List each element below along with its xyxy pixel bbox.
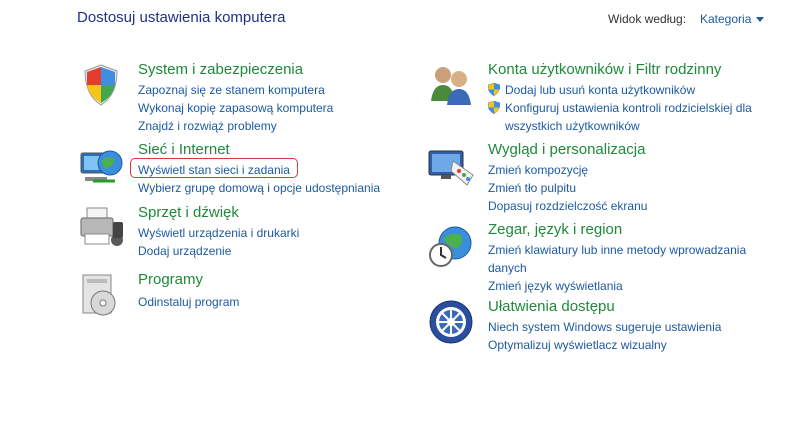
link-network-status[interactable]: Wyświetl stan sieci i zadania [138, 161, 380, 179]
link-change-keyboards[interactable]: Zmień klawiatury lub inne metody wprowad… [488, 241, 748, 277]
view-by-label: Widok według: [608, 12, 687, 26]
users-icon [431, 67, 471, 105]
category-title[interactable]: Zegar, język i region [488, 221, 622, 238]
chevron-down-icon[interactable] [756, 16, 765, 22]
link-display-language[interactable]: Zmień język wyświetlania [488, 277, 748, 295]
link-homegroup[interactable]: Wybierz grupę domową i opcje udostępnian… [138, 179, 380, 197]
clock-globe-icon [429, 226, 472, 267]
link-screen-resolution[interactable]: Dopasuj rozdzielczość ekranu [488, 197, 647, 215]
view-by-value[interactable]: Kategoria [700, 12, 751, 26]
link-change-background[interactable]: Zmień tło pulpitu [488, 179, 647, 197]
category-ease-of-access: Ułatwienia dostępu Niech system Windows … [427, 298, 767, 358]
link-check-status[interactable]: Zapoznaj się ze stanem komputera [138, 81, 333, 99]
network-globe-icon [80, 150, 123, 183]
category-appearance: Wygląd i personalizacja Zmień kompozycję… [427, 141, 767, 213]
link-devices-printers[interactable]: Wyświetl urządzenia i drukarki [138, 224, 299, 242]
category-title[interactable]: Sieć i Internet [138, 141, 230, 158]
link-uninstall[interactable]: Odinstaluj program [138, 293, 239, 311]
link-optimize-display[interactable]: Optymalizuj wyświetlacz wizualny [488, 336, 721, 354]
category-title[interactable]: System i zabezpieczenia [138, 61, 303, 78]
accessibility-icon [429, 300, 473, 344]
printer-icon [80, 207, 123, 246]
link-troubleshoot[interactable]: Znajdź i rozwiąż problemy [138, 117, 333, 135]
programs-icon [82, 274, 116, 316]
category-user-accounts: Konta użytkowników i Filtr rodzinny Doda… [427, 61, 767, 133]
category-title[interactable]: Wygląd i personalizacja [488, 141, 645, 158]
uac-shield-icon [488, 101, 500, 114]
link-backup[interactable]: Wykonaj kopię zapasową komputera [138, 99, 333, 117]
link-suggest-settings[interactable]: Niech system Windows sugeruje ustawienia [488, 318, 721, 336]
category-clock-language: Zegar, język i region Zmień klawiatury l… [427, 221, 767, 293]
display-palette-icon [428, 150, 474, 186]
link-parental-controls[interactable]: Konfiguruj ustawienia kontroli rodziciel… [488, 99, 765, 135]
category-network-internet: Sieć i Internet Wyświetl stan sieci i za… [77, 141, 397, 201]
category-title[interactable]: Programy [138, 271, 203, 288]
page-title: Dostosuj ustawienia komputera [77, 9, 286, 26]
link-add-device[interactable]: Dodaj urządzenie [138, 242, 299, 260]
category-title[interactable]: Konta użytkowników i Filtr rodzinny [488, 61, 721, 78]
view-by-dropdown[interactable]: Kategoria [700, 12, 765, 26]
category-system-security: System i zabezpieczenia Zapoznaj się ze … [77, 61, 377, 133]
uac-shield-icon [488, 83, 500, 96]
link-add-remove-accounts[interactable]: Dodaj lub usuń konta użytkowników [488, 81, 765, 99]
link-label[interactable]: Konfiguruj ustawienia kontroli rodziciel… [505, 101, 752, 133]
category-programs: Programy Odinstaluj program [77, 271, 377, 321]
link-change-theme[interactable]: Zmień kompozycję [488, 161, 647, 179]
category-hardware-sound: Sprzęt i dźwięk Wyświetl urządzenia i dr… [77, 204, 377, 264]
shield-icon [84, 64, 118, 106]
category-title[interactable]: Ułatwienia dostępu [488, 298, 615, 315]
link-label[interactable]: Dodaj lub usuń konta użytkowników [505, 83, 695, 97]
category-title[interactable]: Sprzęt i dźwięk [138, 204, 239, 221]
